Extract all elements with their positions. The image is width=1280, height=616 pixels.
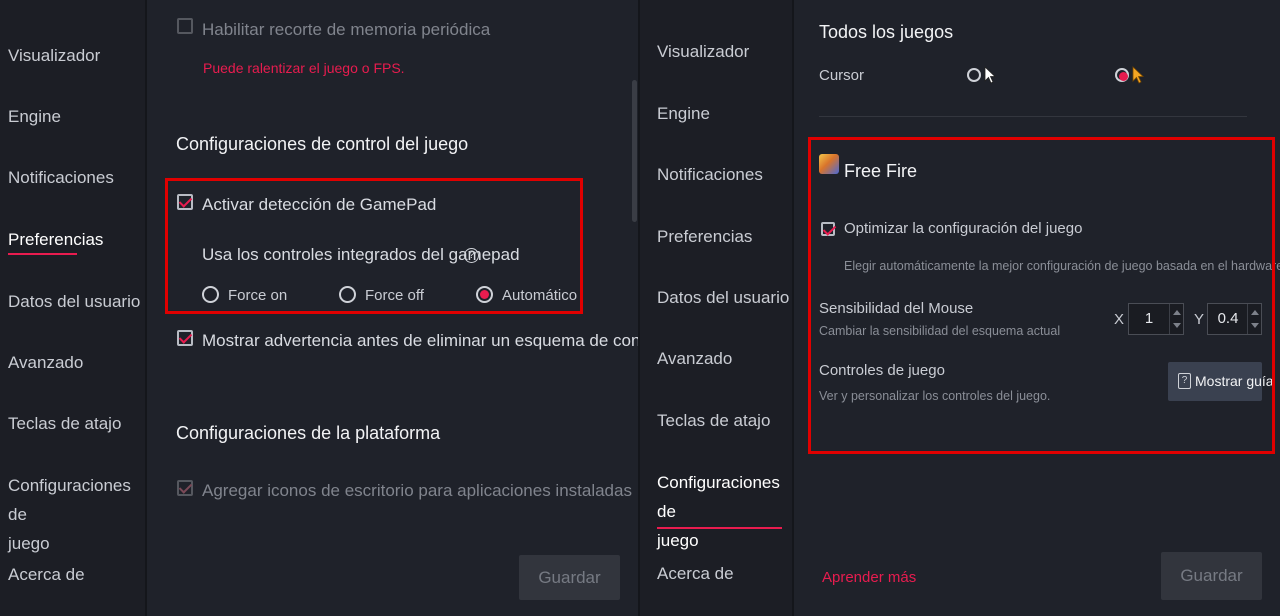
sidebar-active-indicator (657, 527, 782, 529)
section-divider (819, 116, 1247, 117)
sidebar-item-label-line1: Configuraciones de (8, 476, 131, 524)
sidebar-item-label-line1: Configuraciones de (657, 473, 780, 521)
sidebar-item-preferencias[interactable]: Preferencias (8, 225, 103, 254)
sidebar-item-label-line2: juego (657, 531, 699, 550)
sidebar-item-teclas-atajo[interactable]: Teclas de atajo (657, 406, 770, 435)
cursor-default-icon (984, 66, 996, 84)
save-button[interactable]: Guardar (519, 555, 620, 600)
sidebar-item-avanzado[interactable]: Avanzado (657, 344, 732, 373)
cursor-custom-icon (1132, 66, 1144, 84)
sidebar-item-engine[interactable]: Engine (8, 102, 61, 131)
sidebar-item-datos-usuario[interactable]: Datos del usuario (8, 287, 140, 316)
sidebar-item-acerca-de[interactable]: Acerca de (657, 559, 734, 588)
sidebar-item-configuraciones-juego[interactable]: Configuraciones de juego (8, 471, 146, 558)
sidebar-item-teclas-atajo[interactable]: Teclas de atajo (8, 409, 121, 438)
free-fire-highlight-box (808, 137, 1275, 454)
sidebar-item-notificaciones[interactable]: Notificaciones (8, 163, 114, 192)
learn-more-link[interactable]: Aprender más (822, 569, 916, 586)
desktop-icons-checkbox[interactable] (177, 480, 193, 496)
sidebar-item-configuraciones-juego[interactable]: Configuraciones de juego (657, 468, 793, 555)
game-controls-heading: Configuraciones de control del juego (176, 134, 469, 154)
memory-trim-warning: Puede ralentizar el juego o FPS. (203, 60, 405, 76)
memory-trim-checkbox[interactable] (177, 18, 193, 34)
sidebar-item-label-line2: juego (8, 534, 50, 553)
right-sidebar: Visualizador Engine Notificaciones Prefe… (640, 0, 793, 616)
all-games-heading: Todos los juegos (819, 22, 954, 42)
sidebar-item-notificaciones[interactable]: Notificaciones (657, 160, 763, 189)
sidebar-item-engine[interactable]: Engine (657, 99, 710, 128)
sidebar-item-avanzado[interactable]: Avanzado (8, 348, 83, 377)
cursor-default-radio[interactable] (967, 68, 981, 82)
scrollbar-thumb[interactable] (632, 80, 637, 222)
sidebar-item-visualizador[interactable]: Visualizador (657, 37, 749, 66)
save-button[interactable]: Guardar (1161, 552, 1262, 600)
cursor-custom-radio[interactable] (1115, 68, 1129, 82)
memory-trim-label: Habilitar recorte de memoria periódica (202, 20, 491, 39)
delete-warning-label: Mostrar advertencia antes de eliminar un… (202, 331, 665, 350)
sidebar-item-visualizador[interactable]: Visualizador (8, 41, 100, 70)
delete-warning-checkbox[interactable] (177, 330, 193, 346)
desktop-icons-label: Agregar iconos de escritorio para aplica… (202, 481, 632, 500)
sidebar-item-preferencias[interactable]: Preferencias (657, 222, 752, 251)
cursor-label: Cursor (819, 67, 865, 84)
sidebar-active-indicator (8, 253, 77, 255)
platform-heading: Configuraciones de la plataforma (176, 423, 441, 443)
gamepad-highlight-box (165, 178, 583, 314)
sidebar-item-acerca-de[interactable]: Acerca de (8, 560, 85, 589)
sidebar-item-datos-usuario[interactable]: Datos del usuario (657, 283, 789, 312)
left-sidebar: Visualizador Engine Notificaciones Prefe… (0, 0, 146, 616)
